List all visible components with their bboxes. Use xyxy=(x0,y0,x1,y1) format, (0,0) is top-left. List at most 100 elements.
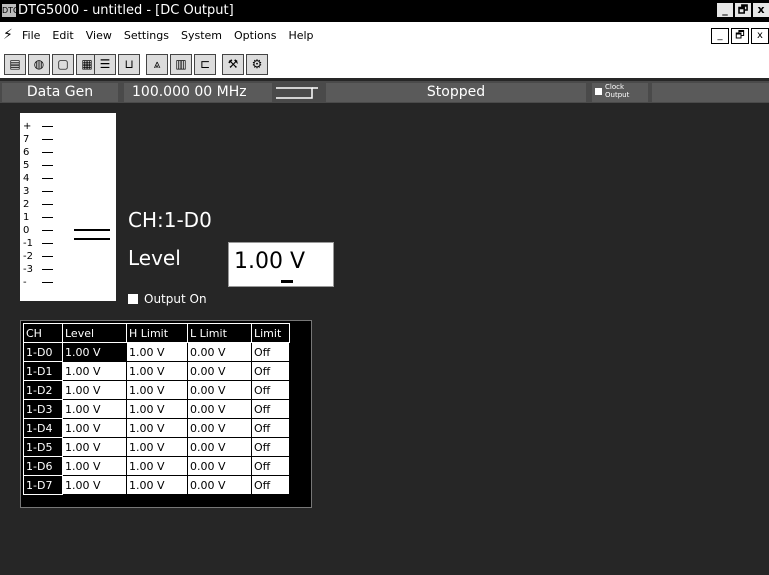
level-cell[interactable]: 1.00 V xyxy=(62,361,127,381)
block-icon[interactable]: ▥ xyxy=(170,54,192,75)
channel-cell[interactable]: 1-D2 xyxy=(23,380,63,400)
run-icon[interactable]: ⚙ xyxy=(246,54,268,75)
pattern-icon[interactable]: ⩓ xyxy=(146,54,168,75)
column-header[interactable]: Level xyxy=(62,323,127,343)
l-limit-cell[interactable]: 0.00 V xyxy=(187,399,252,419)
limit-cell[interactable]: Off xyxy=(251,361,290,381)
menu-help[interactable]: Help xyxy=(288,29,313,42)
h-limit-cell[interactable]: 1.00 V xyxy=(126,399,188,419)
level-cell[interactable]: 1.00 V xyxy=(62,456,127,476)
frequency-display[interactable]: 100.000 00 MHz xyxy=(124,83,272,102)
channel-cell[interactable]: 1-D5 xyxy=(23,437,63,457)
h-limit-cell[interactable]: 1.00 V xyxy=(126,380,188,400)
table-row[interactable]: 1-D2 1.00 V 1.00 V 0.00 V Off xyxy=(23,380,290,400)
l-limit-cell[interactable]: 0.00 V xyxy=(187,475,252,495)
l-limit-cell[interactable]: 0.00 V xyxy=(187,361,252,381)
level-cell[interactable]: 1.00 V xyxy=(62,380,127,400)
bars-icon[interactable]: ☰ xyxy=(94,54,116,75)
channel-cell[interactable]: 1-D4 xyxy=(23,418,63,438)
menu-options[interactable]: Options xyxy=(234,29,276,42)
level-input[interactable]: 1.00 V xyxy=(228,242,334,287)
channel-cell[interactable]: 1-D1 xyxy=(23,361,63,381)
limit-cell[interactable]: Off xyxy=(251,437,290,457)
l-limit-cell[interactable]: 0.00 V xyxy=(187,456,252,476)
menu-edit[interactable]: Edit xyxy=(52,29,73,42)
table-row[interactable]: 1-D4 1.00 V 1.00 V 0.00 V Off xyxy=(23,418,290,438)
column-header[interactable]: L Limit xyxy=(187,323,252,343)
output-on-toggle[interactable]: Output On xyxy=(128,292,207,306)
clock-output-label: Clock Output xyxy=(605,83,630,99)
level-cell[interactable]: 1.00 V xyxy=(62,418,127,438)
settings-icon[interactable]: ⚒ xyxy=(222,54,244,75)
scale-label: -1 xyxy=(23,238,33,249)
channel-cell[interactable]: 1-D7 xyxy=(23,475,63,495)
low-limit-marker[interactable] xyxy=(74,238,110,240)
l-limit-cell[interactable]: 0.00 V xyxy=(187,418,252,438)
limit-cell[interactable]: Off xyxy=(251,380,290,400)
run-state: Stopped xyxy=(326,83,586,102)
table-row[interactable]: 1-D3 1.00 V 1.00 V 0.00 V Off xyxy=(23,399,290,419)
scale-label: 3 xyxy=(23,186,30,197)
l-limit-cell[interactable]: 0.00 V xyxy=(187,380,252,400)
document-controls: _ 🗗 x xyxy=(711,28,769,44)
close-button[interactable]: x xyxy=(753,3,769,17)
doc-restore-button[interactable]: 🗗 xyxy=(731,28,749,44)
waveform-icon[interactable]: ⊔ xyxy=(118,54,140,75)
doc-close-button[interactable]: x xyxy=(751,28,769,44)
h-limit-cell[interactable]: 1.00 V xyxy=(126,475,188,495)
sequence-icon[interactable]: ⊏ xyxy=(194,54,216,75)
channel-cell[interactable]: 1-D6 xyxy=(23,456,63,476)
clock-output-toggle[interactable]: Clock Output xyxy=(592,83,648,102)
h-limit-cell[interactable]: 1.00 V xyxy=(126,342,188,362)
doc-minimize-button[interactable]: _ xyxy=(711,28,729,44)
table-row[interactable]: 1-D5 1.00 V 1.00 V 0.00 V Off xyxy=(23,437,290,457)
window-title: DTG5000 - untitled - [DC Output] xyxy=(18,3,234,18)
level-cell[interactable]: 1.00 V xyxy=(62,342,127,362)
limit-cell[interactable]: Off xyxy=(251,342,290,362)
limit-cell[interactable]: Off xyxy=(251,399,290,419)
clock-waveform-icon xyxy=(272,83,324,102)
menu-file[interactable]: File xyxy=(22,29,40,42)
table-row[interactable]: 1-D0 1.00 V 1.00 V 0.00 V Off xyxy=(23,342,290,362)
table-header: CH Level H Limit L Limit Limit xyxy=(23,323,290,343)
column-header[interactable]: CH xyxy=(23,323,63,343)
table-row[interactable]: 1-D1 1.00 V 1.00 V 0.00 V Off xyxy=(23,361,290,381)
scale-label: 1 xyxy=(23,212,30,223)
level-cell[interactable]: 1.00 V xyxy=(62,475,127,495)
print-icon[interactable]: ▤ xyxy=(4,54,26,75)
limit-cell[interactable]: Off xyxy=(251,475,290,495)
menu-settings[interactable]: Settings xyxy=(124,29,169,42)
save-icon[interactable]: ▢ xyxy=(52,54,74,75)
clock-output-checkbox[interactable] xyxy=(595,88,602,95)
table-row[interactable]: 1-D6 1.00 V 1.00 V 0.00 V Off xyxy=(23,456,290,476)
restore-button[interactable]: 🗗 xyxy=(735,3,751,17)
level-cell[interactable]: 1.00 V xyxy=(62,437,127,457)
h-limit-cell[interactable]: 1.00 V xyxy=(126,456,188,476)
menu-connector-icon[interactable]: ⚡ xyxy=(3,27,13,43)
column-header[interactable]: Limit xyxy=(251,323,290,343)
l-limit-cell[interactable]: 0.00 V xyxy=(187,437,252,457)
scale-label: -2 xyxy=(23,251,33,262)
open-icon[interactable]: ◍ xyxy=(28,54,50,75)
h-limit-cell[interactable]: 1.00 V xyxy=(126,418,188,438)
channel-cell[interactable]: 1-D3 xyxy=(23,399,63,419)
channel-cell[interactable]: 1-D0 xyxy=(23,342,63,362)
h-limit-cell[interactable]: 1.00 V xyxy=(126,437,188,457)
output-on-checkbox[interactable] xyxy=(128,294,138,304)
scale-label: - xyxy=(23,277,27,288)
limit-cell[interactable]: Off xyxy=(251,418,290,438)
h-limit-cell[interactable]: 1.00 V xyxy=(126,361,188,381)
mode-indicator[interactable]: Data Gen xyxy=(2,83,118,102)
menu-view[interactable]: View xyxy=(86,29,112,42)
menu-bar: ⚡ File Edit View Settings System Options… xyxy=(0,22,769,50)
high-limit-marker[interactable] xyxy=(74,229,110,231)
scale-label: 7 xyxy=(23,134,30,145)
menu-system[interactable]: System xyxy=(181,29,222,42)
window-controls: _ 🗗 x xyxy=(717,3,769,17)
l-limit-cell[interactable]: 0.00 V xyxy=(187,342,252,362)
limit-cell[interactable]: Off xyxy=(251,456,290,476)
table-row[interactable]: 1-D7 1.00 V 1.00 V 0.00 V Off xyxy=(23,475,290,495)
minimize-button[interactable]: _ xyxy=(717,3,733,17)
column-header[interactable]: H Limit xyxy=(126,323,188,343)
level-cell[interactable]: 1.00 V xyxy=(62,399,127,419)
